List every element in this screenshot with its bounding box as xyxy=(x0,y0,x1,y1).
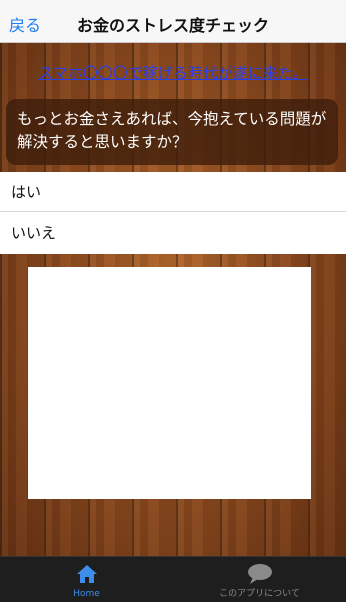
navigation-bar: 戻る お金のストレス度チェック xyxy=(0,0,346,43)
tab-about[interactable]: このアプリについて xyxy=(173,557,346,602)
tab-home-label: Home xyxy=(73,589,100,599)
tab-about-label: このアプリについて xyxy=(219,589,300,599)
question-text: もっとお金さえあれば、今抱えている問題が解決すると思いますか？ xyxy=(6,99,338,165)
home-icon xyxy=(75,563,99,589)
answer-no[interactable]: いいえ xyxy=(0,212,346,254)
tab-home[interactable]: Home xyxy=(0,557,173,602)
ad-placeholder[interactable] xyxy=(28,267,311,499)
ad-banner-link[interactable]: スマホ〇〇〇で稼げる時代が遂に来た。 xyxy=(0,62,346,83)
answer-list: はい いいえ xyxy=(0,172,346,254)
page-title: お金のストレス度チェック xyxy=(76,16,269,35)
tab-bar: Home このアプリについて xyxy=(0,556,346,602)
answer-yes[interactable]: はい xyxy=(0,172,346,212)
